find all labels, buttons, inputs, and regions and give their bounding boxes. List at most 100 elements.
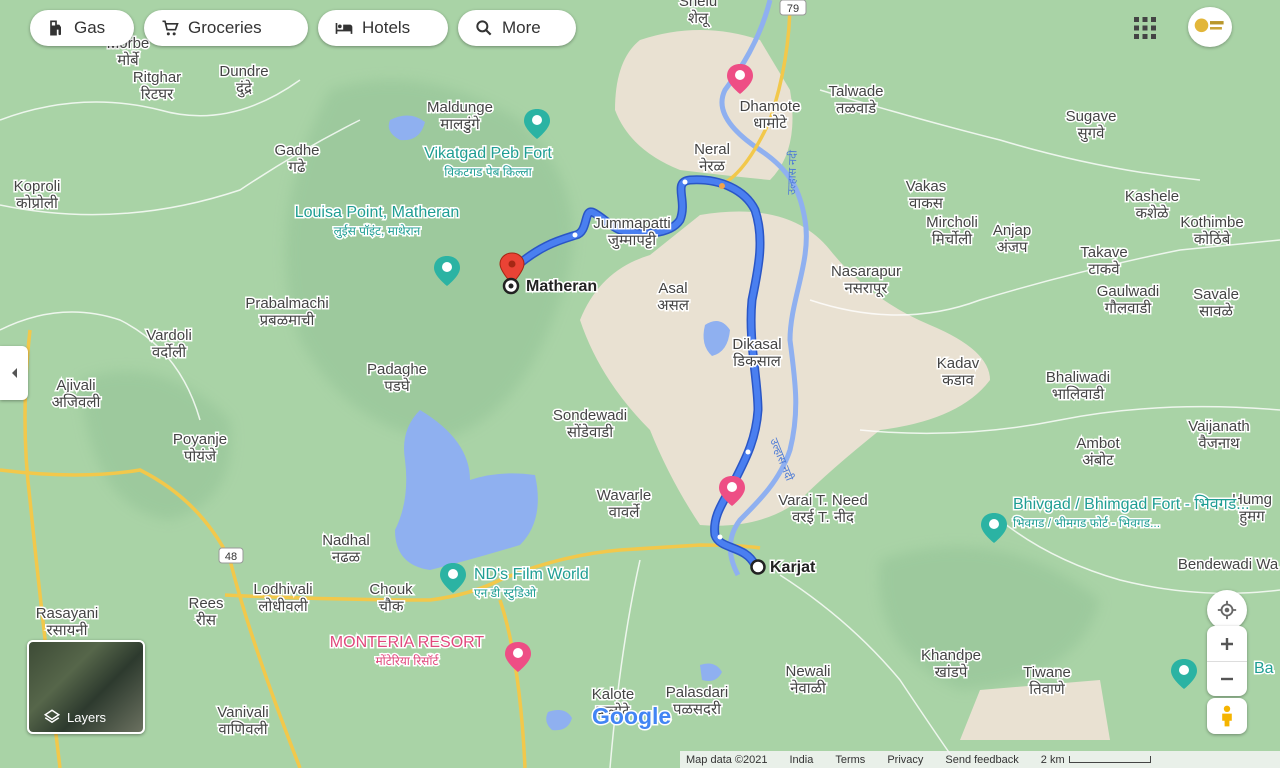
poi-name[interactable]: Ba	[1253, 659, 1276, 679]
place-label-local: नसरापूर	[844, 280, 888, 298]
privacy-link[interactable]: Privacy	[887, 754, 923, 766]
place-label-local: शेलू	[688, 9, 710, 28]
place-label-ajivali[interactable]: Ajivali	[55, 376, 97, 396]
google-logo: Google	[592, 703, 671, 729]
scale-bar[interactable]: 2 km	[1041, 754, 1151, 766]
chip-gas[interactable]: Gas	[30, 10, 134, 46]
place-label-wavarle[interactable]: Wavarle	[595, 486, 652, 506]
route-shield-79: 79	[779, 0, 807, 16]
place-label-local: रसायनी	[46, 621, 88, 639]
place-label-kalote[interactable]: Kalote	[590, 685, 636, 705]
poi-name[interactable]: MONTERIA RESORT	[328, 633, 486, 653]
place-label-kashele[interactable]: Kashele	[1123, 187, 1180, 207]
place-label-local: लोधीवली	[258, 597, 309, 615]
place-label-varai-t-need[interactable]: Varai T. Need	[777, 491, 870, 511]
collapse-panel-button[interactable]	[0, 346, 28, 400]
place-label-vaijanath[interactable]: Vaijanath	[1187, 417, 1251, 437]
poi-name[interactable]: Bhivgad / Bhimgad Fort - भिवगड...	[1012, 493, 1252, 515]
place-label-vakas[interactable]: Vakas	[904, 177, 948, 197]
place-label-sugave[interactable]: Sugave	[1064, 107, 1118, 127]
place-label-local: वावर्ले	[609, 503, 641, 521]
region-link[interactable]: India	[790, 754, 814, 766]
place-label-rasayani[interactable]: Rasayani	[34, 604, 100, 624]
place-label-asal[interactable]: Asal	[657, 279, 689, 299]
place-label-anjap[interactable]: Anjap	[991, 221, 1032, 241]
terms-link[interactable]: Terms	[835, 754, 865, 766]
map-canvas[interactable]: 79 48 उल्हास नदी उल्हास नदी Morbeमोर्बेR…	[0, 0, 1280, 768]
place-label-palasdari[interactable]: Palasdari	[664, 683, 730, 703]
layers-button[interactable]: Layers	[27, 640, 145, 734]
apps-grid-icon[interactable]	[1132, 15, 1158, 41]
poi-name-local: भिवगड / भीमगड फोर्ट - भिवगड...	[1013, 516, 1160, 530]
place-label-sondewadi[interactable]: Sondewadi	[551, 406, 628, 426]
chip-more[interactable]: More	[458, 10, 576, 46]
place-label-nadhal[interactable]: Nadhal	[321, 531, 372, 551]
place-label-kothimbe[interactable]: Kothimbe	[1179, 213, 1245, 233]
place-label-maldunge[interactable]: Maldunge	[426, 98, 495, 118]
place-label-local: वर्दोली	[152, 343, 187, 361]
place-label-rees[interactable]: Rees	[187, 594, 225, 614]
place-label-jummapatti[interactable]: Jummapatti	[592, 214, 673, 234]
zoom-in-button[interactable]	[1207, 627, 1247, 662]
place-label-prabalmachi[interactable]: Prabalmachi	[244, 294, 330, 314]
place-label-local: कशेळे	[1135, 204, 1169, 222]
place-label-local: कोप्रोली	[16, 194, 59, 212]
place-label-vardoli[interactable]: Vardoli	[145, 326, 194, 346]
street-view-pegman[interactable]	[1207, 698, 1247, 734]
place-label-tiwane[interactable]: Tiwane	[1022, 663, 1073, 683]
place-label-local: वरई T. नीद	[792, 508, 855, 526]
place-label-talwade[interactable]: Talwade	[827, 82, 885, 102]
place-label-chouk[interactable]: Chouk	[368, 580, 415, 600]
place-label-local: पळसदरी	[673, 700, 722, 718]
place-label-nasarapur[interactable]: Nasarapur	[829, 262, 902, 282]
place-label-savale[interactable]: Savale	[1192, 285, 1241, 305]
scale-label: 2 km	[1040, 753, 1065, 766]
chip-hotels[interactable]: Hotels	[318, 10, 448, 46]
place-label-koproli[interactable]: Koproli	[12, 177, 62, 197]
place-label-local: कोठिंबे	[1194, 230, 1231, 248]
place-label-gaulwadi[interactable]: Gaulwadi	[1095, 282, 1161, 302]
plus-icon	[1221, 637, 1233, 650]
place-label-newali[interactable]: Newali	[784, 662, 832, 682]
place-label-mircholi[interactable]: Mircholi	[925, 213, 980, 233]
chip-groceries[interactable]: Groceries	[144, 10, 308, 46]
place-label-khandpe[interactable]: Khandpe	[919, 646, 982, 666]
place-label-dhamote[interactable]: Dhamote	[738, 97, 802, 117]
place-label-local: वाणिवली	[218, 720, 268, 738]
crosshair-icon	[1217, 600, 1237, 620]
poi-name[interactable]: Louisa Point, Matheran	[293, 203, 461, 223]
place-label-local: वैजनाथ	[1198, 434, 1240, 452]
place-label-local: तिवाणे	[1029, 680, 1066, 698]
place-label-bhaliwadi[interactable]: Bhaliwadi	[1044, 368, 1111, 388]
account-avatar[interactable]	[1188, 7, 1232, 47]
place-label-local: जुम्मापट्टी	[608, 231, 657, 250]
place-label-ritghar[interactable]: Ritghar	[131, 68, 182, 88]
place-label-local: रीस	[196, 611, 217, 629]
place-label-local: रिटघर	[141, 85, 174, 103]
place-label-local: नढळ	[332, 549, 361, 566]
place-label-shelu[interactable]: Shelu	[677, 0, 718, 12]
matheran-marker[interactable]	[502, 277, 520, 295]
place-label-lodhivali[interactable]: Lodhivali	[252, 580, 314, 600]
poi-name[interactable]: Vikatgad Peb Fort	[423, 144, 554, 164]
my-location-button[interactable]	[1207, 590, 1247, 630]
place-label-bendewadi-wa[interactable]: Bendewadi Wa	[1176, 555, 1280, 575]
place-label-local: सुगवे	[1078, 124, 1106, 143]
place-label-local: मालडुंगे	[440, 115, 480, 134]
place-label-takave[interactable]: Takave	[1079, 243, 1130, 263]
place-label-poyanje[interactable]: Poyanje	[171, 430, 228, 450]
place-label-dikasal[interactable]: Dikasal	[731, 335, 783, 355]
place-label-local: दुंद्रे	[236, 79, 253, 98]
place-label-dundre[interactable]: Dundre	[218, 62, 270, 82]
karjat-marker[interactable]	[750, 559, 766, 575]
zoom-out-button[interactable]	[1207, 662, 1247, 696]
send-feedback-link[interactable]: Send feedback	[945, 754, 1018, 766]
poi-name[interactable]: ND's Film World	[473, 565, 591, 585]
place-label-kadav[interactable]: Kadav	[935, 354, 981, 374]
place-label-gadhe[interactable]: Gadhe	[273, 141, 321, 161]
place-label-local: अंजप	[996, 239, 1028, 256]
place-label-padaghe[interactable]: Padaghe	[365, 360, 428, 380]
place-label-vanivali[interactable]: Vanivali	[216, 703, 270, 723]
place-label-ambot[interactable]: Ambot	[1075, 434, 1122, 454]
place-label-neral[interactable]: Neral	[693, 140, 732, 160]
